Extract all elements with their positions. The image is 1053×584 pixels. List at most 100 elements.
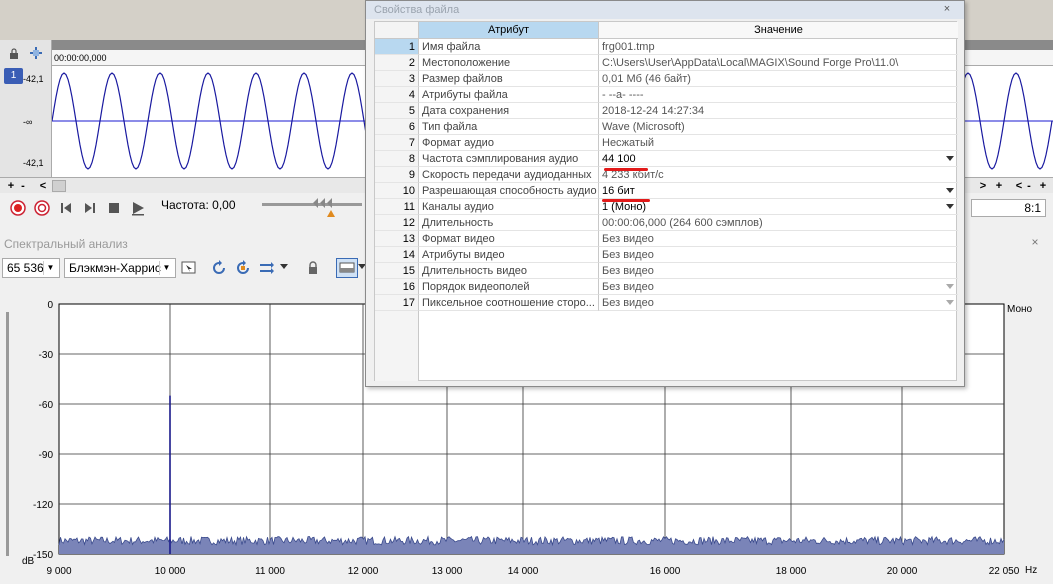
spectrum-toolbar: 65 536 ▼ Блэкмэн-Харрис ▼ [0, 256, 370, 280]
pitch-slider-marker [327, 210, 335, 217]
x-tick-label: 18 000 [776, 566, 807, 577]
attribute-name: Формат аудио [419, 135, 599, 151]
row-number: 5 [375, 103, 419, 119]
waveform-scrollbar[interactable]: + - < [0, 177, 367, 193]
attribute-value: - --a- ---- [599, 87, 958, 103]
chevron-down-icon[interactable] [946, 188, 954, 193]
zoom-out-button[interactable]: - [16, 179, 30, 193]
dialog-title-bar[interactable]: Свойства файла × [366, 1, 964, 19]
property-row[interactable]: 12 Длительность 00:00:06,000 (264 600 сэмп… [375, 215, 958, 231]
window-function-select[interactable]: Блэкмэн-Харрис ▼ [64, 258, 176, 278]
property-row[interactable]: 6 Тип файла Wave (Microsoft) [375, 119, 958, 135]
chevron-down-icon[interactable] [946, 156, 954, 161]
channel-sync-icon[interactable] [259, 260, 275, 276]
attribute-value: Wave (Microsoft) [599, 119, 958, 135]
spectrum-close-button[interactable]: × [1027, 235, 1043, 251]
property-row[interactable]: 3 Размер файлов 0,01 Мб (46 байт) [375, 71, 958, 87]
waveform-canvas[interactable] [52, 66, 367, 177]
go-to-start-button[interactable] [58, 200, 74, 216]
property-row[interactable]: 14 Атрибуты видео Без видео [375, 247, 958, 263]
time-ruler[interactable]: 00:00:00,000 [52, 40, 367, 66]
attribute-value-text: 1 (Моно) [602, 201, 647, 213]
attribute-name: Порядок видеополей [419, 279, 599, 295]
pitch-slider-thumb[interactable] [312, 197, 334, 209]
time-ruler-bar [52, 40, 367, 50]
lock-icon[interactable] [8, 48, 20, 60]
zoom-in-right-button[interactable]: + [992, 179, 1006, 193]
property-row[interactable]: 4 Атрибуты файла - --a- ---- [375, 87, 958, 103]
attribute-value-text: 44 100 [602, 153, 636, 165]
attribute-name: Размер файлов [419, 71, 599, 87]
row-number: 1 [375, 39, 419, 55]
refresh-icon[interactable] [211, 260, 227, 276]
fft-size-select[interactable]: 65 536 ▼ [2, 258, 60, 278]
scroll-left-button[interactable]: < [36, 179, 50, 193]
go-to-end-button[interactable] [82, 200, 98, 216]
attribute-value[interactable]: 44 100 [599, 151, 958, 167]
attribute-value-text: Несжатый [602, 137, 655, 149]
property-row[interactable]: 7 Формат аудио Несжатый [375, 135, 958, 151]
chevron-down-icon [946, 284, 954, 289]
time-ruler-right[interactable] [964, 40, 1053, 66]
zoom-out-right-button[interactable]: - [1022, 179, 1036, 193]
property-row[interactable]: 15 Длительность видео Без видео [375, 263, 958, 279]
attribute-name: Скорость передачи аудиоданных [419, 167, 599, 183]
attribute-value: 0,01 Мб (46 байт) [599, 71, 958, 87]
transport-bar: Частота: 0,00 [0, 193, 367, 223]
property-row[interactable]: 9 Скорость передачи аудиоданных 4 233 кбит… [375, 167, 958, 183]
track-header: 1 -42,1 -∞ -42,1 [0, 40, 52, 177]
auto-refresh-icon[interactable] [235, 260, 251, 276]
attribute-value-text: Без видео [602, 233, 654, 245]
display-mode-icon[interactable] [336, 258, 358, 278]
attribute-name: Атрибуты файла [419, 87, 599, 103]
property-row[interactable]: 2 Местоположение C:\Users\User\AppData\Loc… [375, 55, 958, 71]
scroll-thumb[interactable] [52, 180, 66, 192]
grid-header: Атрибут Значение [375, 22, 958, 39]
property-row[interactable]: 17 Пиксельное соотношение сторо... Без вид… [375, 295, 958, 311]
row-number: 3 [375, 71, 419, 87]
cursor-sync-icon[interactable] [181, 260, 197, 276]
zoom-ratio-field[interactable]: 8:1 [971, 199, 1046, 217]
attribute-value: Без видео [599, 247, 958, 263]
y-tick-label: -150 [33, 550, 53, 561]
stop-button[interactable] [106, 200, 122, 216]
attribute-name: Дата сохранения [419, 103, 599, 119]
header-value[interactable]: Значение [599, 22, 958, 39]
attribute-name: Длительность видео [419, 263, 599, 279]
record-button[interactable] [10, 200, 26, 216]
header-attribute[interactable]: Атрибут [419, 22, 599, 39]
property-row[interactable]: 8 Частота сэмплирования аудио 44 100 [375, 151, 958, 167]
chevron-down-icon[interactable] [280, 264, 288, 269]
chevron-down-icon[interactable] [946, 204, 954, 209]
frequency-label: Частота: 0,00 [161, 198, 236, 212]
attribute-name: Имя файла [419, 39, 599, 55]
attribute-value[interactable]: 16 бит [599, 183, 958, 199]
zoom-in-right-2-button[interactable]: + [1036, 179, 1050, 193]
track-number[interactable]: 1 [4, 68, 23, 84]
attribute-name: Разрешающая способность аудио [419, 183, 599, 199]
property-row[interactable]: 10 Разрешающая способность аудио 16 бит [375, 183, 958, 199]
y-tick-label: -90 [39, 450, 54, 461]
channel-label: Моно [1007, 304, 1033, 315]
chevron-down-icon: ▼ [43, 261, 57, 275]
record-arm-button[interactable] [34, 200, 50, 216]
snap-icon[interactable] [28, 45, 44, 61]
transport-bar-right: 8:1 [964, 193, 1053, 223]
attribute-value[interactable]: 1 (Моно) [599, 199, 958, 215]
grid-empty-area [375, 311, 419, 381]
attribute-value: Без видео [599, 231, 958, 247]
property-row[interactable]: 5 Дата сохранения 2018-12-24 14:27:34 [375, 103, 958, 119]
waveform-scrollbar-right[interactable]: > + < - + [964, 177, 1053, 193]
attribute-name: Длительность [419, 215, 599, 231]
db-label-mid: -∞ [23, 117, 33, 127]
y-tick-label: -30 [39, 350, 54, 361]
lock-icon[interactable] [305, 260, 321, 276]
scroll-right-button[interactable]: > [976, 179, 990, 193]
play-button[interactable] [130, 200, 146, 216]
dialog-close-button[interactable]: × [939, 2, 955, 17]
property-row[interactable]: 1 Имя файла frg001.tmp [375, 39, 958, 55]
waveform-canvas-right[interactable] [964, 66, 1053, 177]
property-row[interactable]: 16 Порядок видеополей Без видео [375, 279, 958, 295]
property-row[interactable]: 11 Каналы аудио 1 (Моно) [375, 199, 958, 215]
property-row[interactable]: 13 Формат видео Без видео [375, 231, 958, 247]
